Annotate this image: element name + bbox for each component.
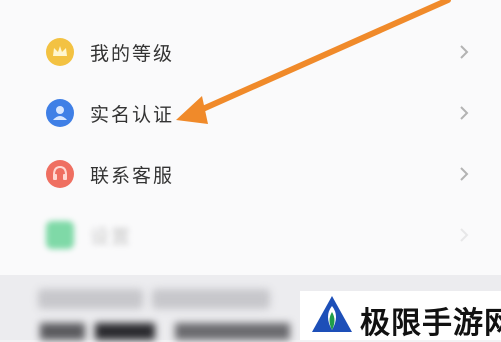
chevron-right-icon	[460, 228, 469, 242]
menu-item-label: 联系客服	[90, 165, 175, 187]
service-icon	[46, 160, 74, 188]
blurred-text	[38, 289, 143, 309]
menu-item-label: 我的等级	[90, 43, 175, 65]
menu-item-my-level[interactable]: 我的等级	[0, 22, 501, 82]
settings-icon	[46, 221, 74, 249]
blurred-image	[175, 323, 290, 340]
blurred-image	[95, 323, 155, 340]
user-id-icon	[46, 99, 74, 127]
watermark-logo-icon	[312, 296, 352, 332]
watermark: 极限手游网	[300, 291, 501, 341]
menu-item-real-name-verification[interactable]: 实名认证	[0, 83, 501, 143]
menu-item-settings[interactable]: 设置	[0, 205, 501, 265]
chevron-right-icon	[460, 167, 469, 181]
menu-item-contact-support[interactable]: 联系客服	[0, 144, 501, 204]
settings-menu-card: 我的等级 实名认证 联系客服 设置	[0, 0, 501, 275]
chevron-right-icon	[460, 106, 469, 120]
crown-icon	[46, 38, 74, 66]
watermark-text: 极限手游网	[360, 306, 501, 341]
menu-item-label: 设置	[90, 226, 133, 248]
blurred-text	[152, 289, 270, 309]
menu-item-label: 实名认证	[90, 104, 175, 126]
blurred-image	[40, 323, 85, 340]
chevron-right-icon	[460, 45, 469, 59]
